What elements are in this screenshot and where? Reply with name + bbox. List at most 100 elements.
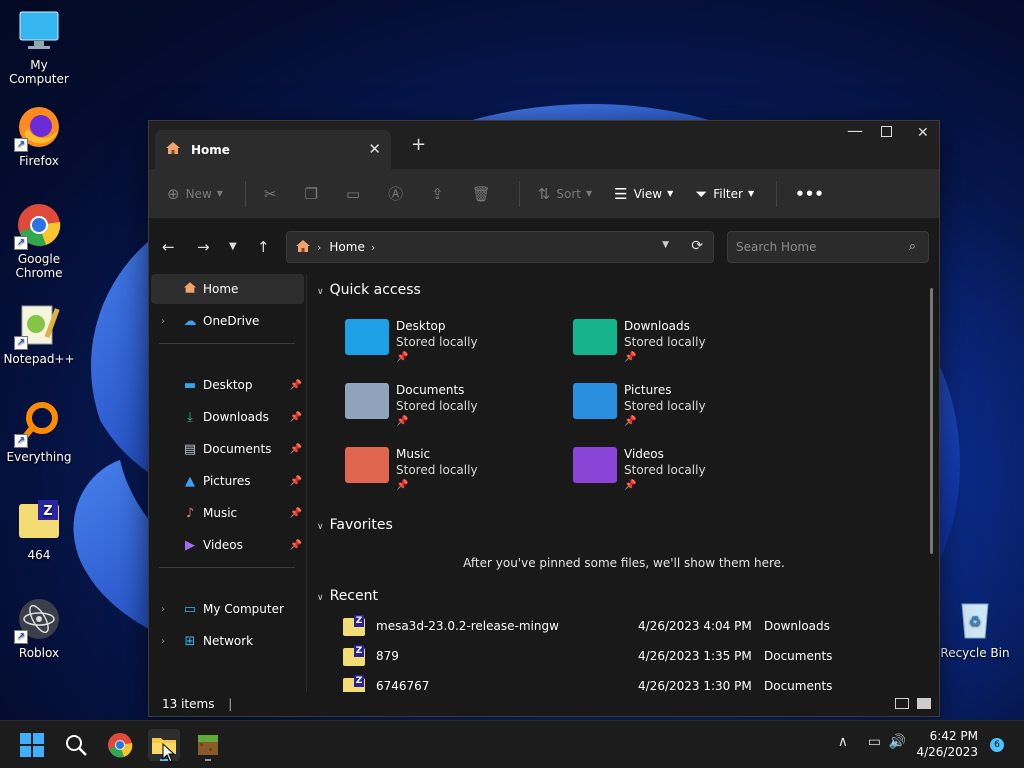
item-name: Videos — [624, 447, 664, 461]
desktop-icon-roblox[interactable]: ↗ Roblox — [0, 596, 78, 660]
close-tab-icon[interactable]: ✕ — [368, 140, 381, 158]
expand-chevron-icon[interactable]: › — [161, 636, 165, 647]
rename-button[interactable]: Ⓐ — [388, 183, 409, 204]
item-name: Desktop — [396, 319, 446, 333]
firefox-icon: ↗ — [14, 104, 62, 152]
recent-file-row[interactable]: Z mesa3d-23.0.2-release-mingw 4/26/2023 … — [343, 612, 903, 642]
section-recent[interactable]: ∨ Recent — [317, 588, 378, 604]
start-button[interactable] — [16, 729, 48, 761]
recent-file-row[interactable]: Z 6746767 4/26/2023 1:30 PM Documents — [343, 672, 903, 692]
nav-item-pictures[interactable]: ▲ Pictures 📌 — [151, 466, 304, 496]
back-button[interactable]: ← — [162, 238, 175, 256]
details-view-icon[interactable] — [895, 698, 909, 709]
section-quick-access[interactable]: ∨ Quick access — [317, 282, 421, 298]
section-title: Favorites — [329, 517, 393, 533]
taskbar-chrome[interactable] — [104, 729, 136, 761]
nav-item-network[interactable]: › ⊞ Network — [151, 626, 304, 656]
monitor-icon: ▭ — [183, 601, 197, 617]
recent-locations-button[interactable]: ▼ — [229, 241, 237, 252]
pin-icon: 📌 — [396, 480, 409, 491]
home-icon — [182, 281, 198, 298]
file-location: Documents — [764, 649, 833, 663]
search-button[interactable] — [60, 729, 92, 761]
refresh-icon[interactable]: ⟳ — [691, 238, 703, 254]
vertical-scrollbar[interactable] — [930, 288, 933, 554]
maximize-button[interactable] — [881, 125, 892, 141]
copy-button[interactable]: ❐ — [305, 185, 324, 203]
cut-button[interactable]: ✂ — [264, 185, 283, 203]
new-tab-button[interactable]: + — [411, 134, 426, 155]
notification-badge[interactable]: 6 — [990, 738, 1004, 752]
nav-item-downloads[interactable]: ⤓ Downloads 📌 — [151, 402, 304, 432]
nav-label: Desktop — [203, 378, 253, 392]
mouse-cursor-icon — [162, 743, 176, 763]
tiles-view-icon[interactable] — [917, 698, 931, 709]
up-button[interactable]: ↑ — [257, 238, 270, 256]
share-button[interactable]: ⇪ — [431, 185, 450, 203]
nav-item-documents[interactable]: ▤ Documents 📌 — [151, 434, 304, 464]
quick-access-item[interactable]: Documents Stored locally 📌 — [345, 383, 555, 443]
new-button[interactable]: ⊕ New ▼ — [167, 185, 223, 203]
tab-home[interactable]: Home ✕ — [155, 130, 391, 169]
expand-chevron-icon[interactable]: › — [161, 604, 165, 615]
quick-access-item[interactable]: Music Stored locally 📌 — [345, 447, 555, 507]
nav-item-music[interactable]: ♪ Music 📌 — [151, 498, 304, 528]
chevron-down-icon: ∨ — [317, 522, 324, 532]
search-input[interactable]: Search Home ⌕ — [727, 231, 929, 263]
item-status: Stored locally — [624, 463, 706, 477]
nav-label: Music — [203, 506, 238, 520]
close-window-button[interactable]: ✕ — [917, 125, 929, 141]
nav-item-my-computer[interactable]: › ▭ My Computer — [151, 594, 304, 624]
volume-icon[interactable]: 🔊 — [889, 734, 906, 750]
desktop-icon-label: Roblox — [18, 646, 60, 660]
more-options-button[interactable]: ••• — [795, 185, 830, 203]
clock-time: 6:42 PM — [929, 729, 978, 743]
quick-access-item[interactable]: Pictures Stored locally 📌 — [573, 383, 783, 443]
sort-button[interactable]: ⇅ Sort ▼ — [538, 185, 592, 203]
quick-access-item[interactable]: Desktop Stored locally 📌 — [345, 319, 555, 379]
desktop-icon-firefox[interactable]: ↗ Firefox — [0, 104, 78, 168]
nav-item-home[interactable]: Home — [151, 274, 304, 304]
minimize-button[interactable]: — — [847, 121, 863, 140]
nav-item-desktop[interactable]: ▬ Desktop 📌 — [151, 370, 304, 400]
paste-button[interactable]: ▭ — [346, 185, 366, 203]
desktop-icon-464[interactable]: Z 464 — [0, 498, 78, 562]
view-button[interactable]: ☰ View ▼ — [614, 185, 673, 203]
quick-access-item[interactable]: Downloads Stored locally 📌 — [573, 319, 783, 379]
address-row: ← → ▼ ↑ › Home › ▼ ⟳ Search Home ⌕ — [149, 219, 939, 274]
quick-access-item[interactable]: Videos Stored locally 📌 — [573, 447, 783, 507]
expand-chevron-icon[interactable]: › — [161, 316, 165, 327]
taskbar-minecraft[interactable] — [192, 729, 224, 761]
roblox-icon: ↗ — [14, 596, 62, 644]
address-dropdown-icon[interactable]: ▼ — [662, 240, 669, 250]
show-hidden-icons-button[interactable]: ∧ — [838, 734, 848, 750]
file-date: 4/26/2023 1:30 PM — [638, 679, 752, 692]
pin-icon: 📌 — [289, 539, 302, 551]
pin-icon: 📌 — [396, 352, 409, 363]
filter-button[interactable]: ⏷ Filter ▼ — [695, 185, 754, 203]
navigation-pane: Home › ☁ OneDrive ▬ Desktop 📌 ⤓ Download… — [149, 274, 307, 692]
rename-icon: Ⓐ — [388, 185, 404, 203]
nav-item-videos[interactable]: ▶ Videos 📌 — [151, 530, 304, 560]
nav-label: My Computer — [203, 602, 284, 616]
shortcut-arrow-icon: ↗ — [14, 236, 28, 250]
svg-text:♻: ♻ — [969, 614, 982, 630]
nav-item-onedrive[interactable]: › ☁ OneDrive — [151, 306, 304, 336]
content-pane: ∨ Quick access Desktop Stored locally 📌 D… — [309, 274, 939, 692]
desktop-icon-everything[interactable]: ↗ Everything — [0, 400, 78, 464]
desktop-icon-my-computer[interactable]: My Computer — [0, 8, 78, 86]
nav-label: OneDrive — [203, 314, 260, 328]
forward-button[interactable]: → — [197, 238, 210, 256]
address-bar[interactable]: › Home › ▼ ⟳ — [286, 231, 714, 263]
section-favorites[interactable]: ∨ Favorites — [317, 517, 393, 533]
desktop-icon-recycle-bin[interactable]: ♻ Recycle Bin — [936, 596, 1014, 660]
desktop-icon-notepad-plus-plus[interactable]: ↗ Notepad++ — [0, 302, 78, 366]
network-status-icon[interactable]: ▭ — [868, 734, 881, 750]
desktop-icon-chrome[interactable]: ↗ Google Chrome — [0, 202, 78, 280]
chevron-down-icon: ▼ — [667, 189, 674, 198]
delete-button[interactable]: 🗑 — [472, 185, 497, 203]
breadcrumb-home[interactable]: Home — [329, 240, 364, 254]
recent-file-row[interactable]: Z 879 4/26/2023 1:35 PM Documents — [343, 642, 903, 672]
system-clock[interactable]: 6:42 PM 4/26/2023 — [916, 728, 978, 760]
command-bar: ⊕ New ▼ ✂ ❐ ▭ Ⓐ ⇪ 🗑 ⇅ Sort ▼ ☰ View ▼ ⏷ … — [149, 169, 939, 219]
